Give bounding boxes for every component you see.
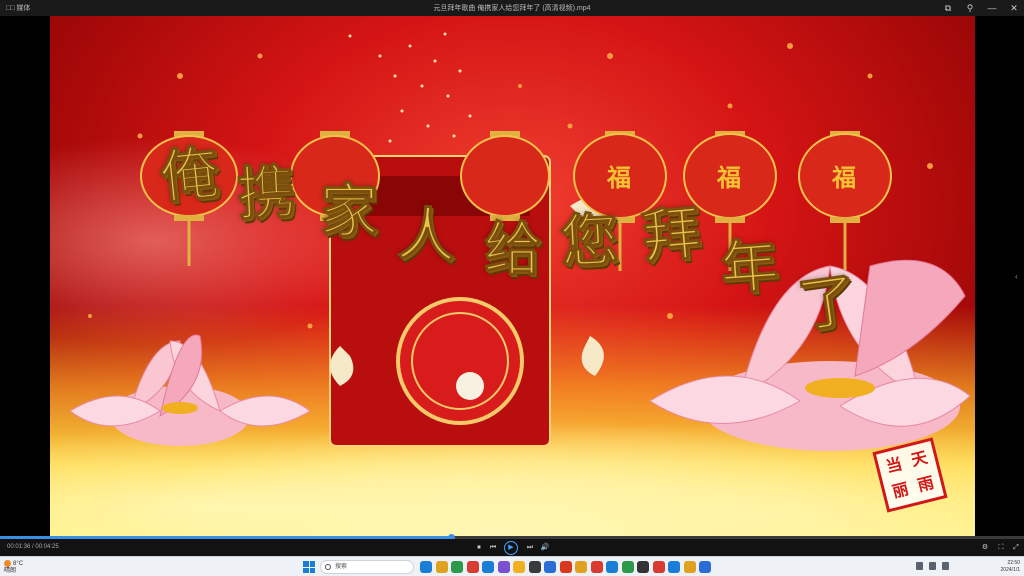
clock-time: 22:50 (1007, 560, 1020, 566)
taskbar-app-icon[interactable] (451, 561, 463, 573)
volume-button[interactable]: 🔊 (539, 542, 551, 554)
video-frame[interactable]: 福 福 福 俺 携 家 人 给 您 拜 年 了 当 天 丽 雨 (50, 16, 975, 536)
stop-button[interactable]: ⏹ (473, 542, 485, 554)
lantern-1 (140, 131, 238, 266)
taskbar-app-icon[interactable] (621, 561, 634, 573)
taskbar-app-icon[interactable] (575, 561, 587, 573)
close-button[interactable]: ✕ (1008, 2, 1020, 14)
window-controls: ⧉ ⚲ — ✕ (942, 2, 1020, 14)
lantern-6 (798, 131, 892, 271)
taskbar-app-icon[interactable] (420, 561, 432, 573)
minimize-button[interactable]: — (986, 2, 998, 14)
network-icon[interactable] (916, 562, 923, 570)
letterbox-left (0, 16, 50, 536)
windows-taskbar: 8°C 晴朗 搜索 22:50 2024/1/1 (0, 556, 1024, 576)
taskbar-clock[interactable]: 22:50 2024/1/1 (1001, 560, 1020, 574)
search-placeholder: 搜索 (335, 564, 348, 570)
restore-icon[interactable]: ⧉ (942, 2, 954, 14)
taskbar-app-icon[interactable] (544, 561, 556, 573)
window-title: 元旦拜年歌曲 俺携家人给您拜年了 (高清视频).mp4 (433, 5, 591, 12)
collapse-panel-icon[interactable]: ‹ (1015, 272, 1018, 281)
taskbar-app-icon[interactable] (482, 561, 494, 573)
lotus-right (649, 259, 971, 451)
clock-date: 2024/1/1 (1000, 567, 1020, 573)
previous-button[interactable]: ⏮ (487, 542, 499, 554)
settings-icon[interactable]: ⚙ (979, 542, 991, 554)
weather-temp: 8°C (13, 561, 24, 568)
taskbar-app-icon[interactable] (528, 561, 541, 573)
taskbar-app-icon[interactable] (637, 561, 649, 573)
next-button[interactable]: ⏭ (524, 542, 536, 554)
taskbar-app-icon[interactable] (435, 561, 448, 573)
lantern-5 (683, 131, 777, 271)
firework-sparks (348, 32, 472, 143)
player-controls: 00:01:36 / 00:04:25 ⏹ ⏮ ▶ ⏭ 🔊 ⚙ ⛶ ⤢ (0, 539, 1024, 556)
taskbar-app-icon[interactable] (559, 561, 572, 573)
lantern-4 (573, 131, 667, 271)
fullscreen-icon[interactable]: ⛶ (995, 542, 1007, 554)
lantern-text-4: 福 (606, 163, 631, 192)
playback-time: 00:01:36 / 00:04:25 (7, 544, 59, 550)
window-titlebar: □□ 媒体 元旦拜年歌曲 俺携家人给您拜年了 (高清视频).mp4 ⧉ ⚲ — … (0, 0, 1024, 16)
start-button[interactable] (303, 561, 315, 573)
taskbar-app-icon[interactable] (699, 561, 711, 573)
weather-desc: 晴朗 (4, 568, 17, 575)
play-button[interactable]: ▶ (504, 541, 518, 555)
taskbar-app-icon[interactable] (668, 561, 680, 573)
taskbar-app-icon[interactable] (606, 561, 618, 573)
weather-widget[interactable]: 8°C 晴朗 (4, 560, 23, 575)
taskbar-app-icon[interactable] (590, 561, 603, 573)
pin-icon[interactable]: ⚲ (964, 2, 976, 14)
taskbar-app-icon[interactable] (497, 561, 510, 573)
search-icon (325, 564, 331, 570)
language-icon[interactable] (942, 562, 949, 570)
speaker-icon[interactable] (929, 562, 936, 570)
taskbar-app-icon[interactable] (652, 561, 665, 573)
system-tray (916, 562, 949, 570)
expand-icon[interactable]: ⤢ (1010, 542, 1022, 554)
lotus-left (69, 334, 311, 446)
taskbar-app-icon[interactable] (466, 561, 479, 573)
weather-icon (4, 560, 11, 567)
taskbar-app-icon[interactable] (513, 561, 525, 573)
lantern-text-6: 福 (831, 163, 856, 192)
taskbar-app-icon[interactable] (683, 561, 696, 573)
lantern-text-5: 福 (716, 163, 741, 192)
scene-illustration: 福 福 福 (69, 32, 971, 451)
taskbar-search[interactable]: 搜索 (320, 560, 414, 574)
